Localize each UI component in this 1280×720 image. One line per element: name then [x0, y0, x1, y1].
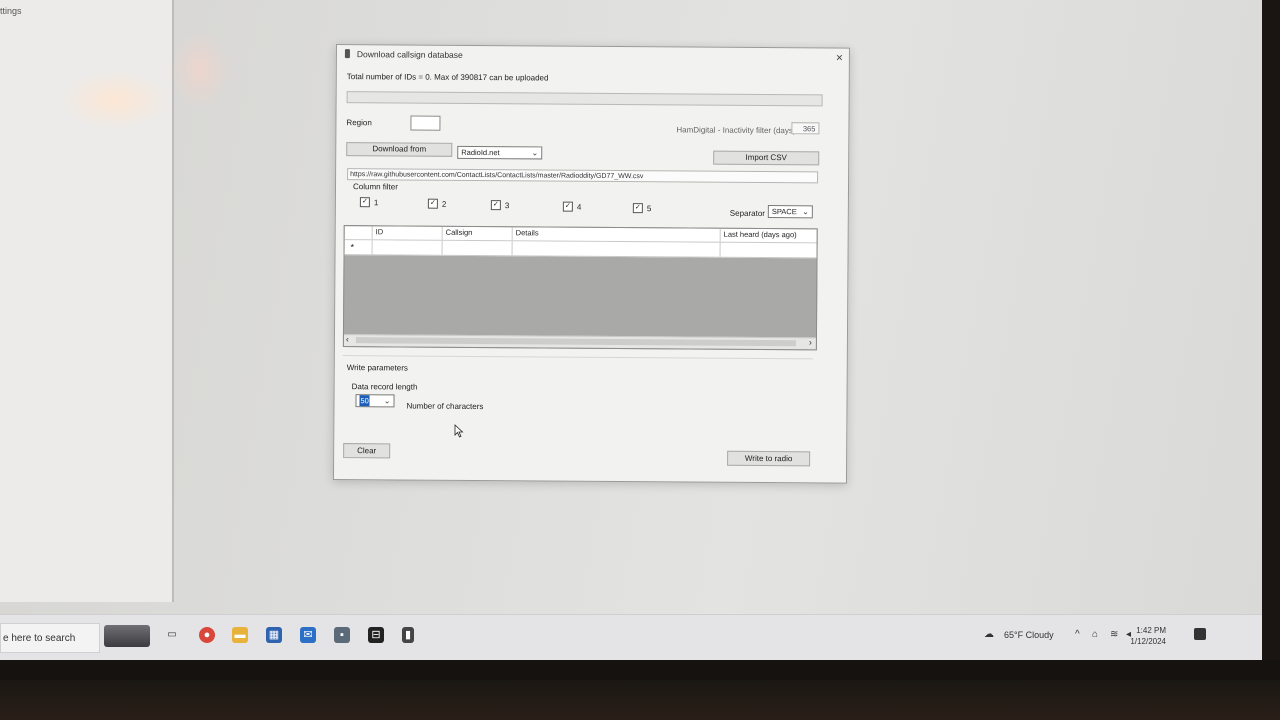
- grid-header-last-heard[interactable]: Last heard (days ago): [721, 229, 817, 243]
- radio-app-icon: [344, 49, 350, 59]
- clock-date: 1/12/2024: [1130, 637, 1166, 646]
- network-icon[interactable]: ⌂: [1092, 629, 1098, 640]
- clear-button[interactable]: Clear: [343, 443, 391, 459]
- write-parameters-group: [342, 355, 813, 432]
- mail-icon[interactable]: ✉: [300, 627, 316, 643]
- url-input[interactable]: https://raw.githubusercontent.com/Contac…: [347, 168, 819, 184]
- region-label: Region: [346, 118, 372, 128]
- scroll-right-icon[interactable]: ›: [809, 337, 812, 347]
- data-record-length-label: Data record length: [351, 382, 418, 392]
- chevron-down-icon: ⌄: [531, 148, 539, 158]
- column-1-checkbox[interactable]: ✓ 1: [359, 197, 379, 208]
- separator-select-value: SPACE: [771, 207, 797, 217]
- grid-cell[interactable]: [721, 243, 817, 258]
- new-row-marker: *: [350, 242, 355, 253]
- mouse-cursor-icon: [454, 424, 464, 438]
- grid-header-details[interactable]: Details: [512, 227, 721, 242]
- file-explorer-icon[interactable]: ▬: [232, 627, 248, 643]
- chevron-down-icon: ⌄: [802, 207, 809, 217]
- checkbox-label: 4: [576, 202, 582, 212]
- checkbox-label: 5: [646, 203, 652, 213]
- column-4-checkbox[interactable]: ✓ 4: [562, 201, 582, 212]
- taskbar-search-input[interactable]: e here to search: [0, 623, 100, 653]
- checkbox-check-icon: ✓: [632, 203, 643, 214]
- write-parameters-label: Write parameters: [346, 363, 408, 373]
- column-5-checkbox[interactable]: ✓ 5: [632, 203, 652, 214]
- chrome-icon[interactable]: ●: [199, 627, 215, 643]
- grid-corner-cell: [344, 226, 373, 240]
- notification-icon[interactable]: [1194, 628, 1206, 640]
- chevron-up-icon[interactable]: ^: [1075, 629, 1080, 640]
- wifi-icon[interactable]: ≋: [1110, 629, 1118, 640]
- screen-glare: [60, 70, 170, 130]
- clock-time: 1:42 PM: [1136, 626, 1166, 635]
- checkbox-check-icon: ✓: [490, 200, 501, 211]
- screen-glare: [170, 30, 230, 110]
- checkbox-check-icon: ✓: [562, 201, 573, 212]
- dialog-title: Download callsign database: [356, 49, 463, 60]
- checkbox-label: 2: [441, 199, 447, 209]
- column-2-checkbox[interactable]: ✓ 2: [427, 198, 447, 209]
- checkbox-check-icon: ✓: [427, 198, 438, 209]
- scroll-left-icon[interactable]: ‹: [346, 334, 349, 344]
- terminal-app-icon[interactable]: ⊟: [368, 627, 384, 643]
- import-csv-button[interactable]: Import CSV: [713, 150, 820, 166]
- number-of-characters-label: Number of characters: [406, 401, 484, 412]
- column-3-checkbox[interactable]: ✓ 3: [490, 200, 510, 211]
- grid-row-header: *: [344, 240, 373, 255]
- desk-background: [0, 680, 1280, 720]
- upload-progress-bar: [346, 91, 823, 107]
- region-input[interactable]: [410, 115, 441, 131]
- inactivity-filter-label: HamDigital - Inactivity filter (days): [676, 125, 796, 136]
- checkbox-check-icon: ✓: [359, 197, 370, 208]
- grid-cell[interactable]: [512, 241, 721, 257]
- data-record-length-value: 50: [359, 395, 370, 407]
- column-filter-label: Column filter: [352, 182, 398, 192]
- weather-text[interactable]: 65°F Cloudy: [1004, 630, 1054, 640]
- monitor-screen: ttings Download callsign database × Tota…: [0, 0, 1262, 660]
- grid-horizontal-scrollbar[interactable]: ‹ ›: [343, 334, 816, 350]
- grid-new-row[interactable]: *: [344, 240, 817, 259]
- source-select-value: RadioId.net: [461, 147, 500, 158]
- news-widget-icon[interactable]: [104, 625, 150, 647]
- task-view-icon[interactable]: ▭: [164, 627, 180, 643]
- checkbox-label: 1: [373, 197, 379, 207]
- grid-cell[interactable]: [372, 240, 443, 255]
- scrollbar-thumb[interactable]: [355, 337, 796, 347]
- close-icon[interactable]: ×: [836, 50, 843, 64]
- grid-header-callsign[interactable]: Callsign: [442, 226, 513, 241]
- write-to-radio-button[interactable]: Write to radio: [727, 450, 811, 467]
- download-callsign-dialog: Download callsign database × Total numbe…: [332, 44, 850, 484]
- radio-app-taskbar-icon[interactable]: ▮: [402, 627, 414, 643]
- checkbox-label: 3: [504, 200, 510, 210]
- store-icon[interactable]: ▦: [266, 627, 282, 643]
- chevron-down-icon: ⌄: [383, 396, 391, 406]
- download-from-button[interactable]: Download from: [346, 142, 453, 157]
- dialog-titlebar[interactable]: Download callsign database ×: [337, 45, 849, 69]
- total-ids-label: Total number of IDs = 0. Max of 390817 c…: [346, 72, 549, 83]
- app-icon[interactable]: ▪: [334, 627, 350, 643]
- background-window-text: ttings: [0, 6, 22, 16]
- taskbar: e here to search ▭ ● ▬ ▦ ✉ ▪ ⊟ ▮ ☁ 65°F …: [0, 614, 1262, 660]
- weather-icon[interactable]: ☁: [984, 629, 994, 640]
- separator-select[interactable]: SPACE ⌄: [767, 205, 813, 219]
- separator-label: Separator: [729, 208, 765, 218]
- data-record-length-select[interactable]: 50 ⌄: [355, 394, 395, 408]
- grid-header-id[interactable]: ID: [372, 226, 443, 240]
- taskbar-clock[interactable]: 1:42 PM 1/12/2024: [1130, 625, 1166, 647]
- callsign-grid[interactable]: ID Callsign Details Last heard (days ago…: [342, 225, 818, 351]
- grid-cell[interactable]: [442, 240, 513, 256]
- inactivity-filter-input[interactable]: 365: [791, 122, 820, 135]
- source-select[interactable]: RadioId.net ⌄: [457, 145, 543, 160]
